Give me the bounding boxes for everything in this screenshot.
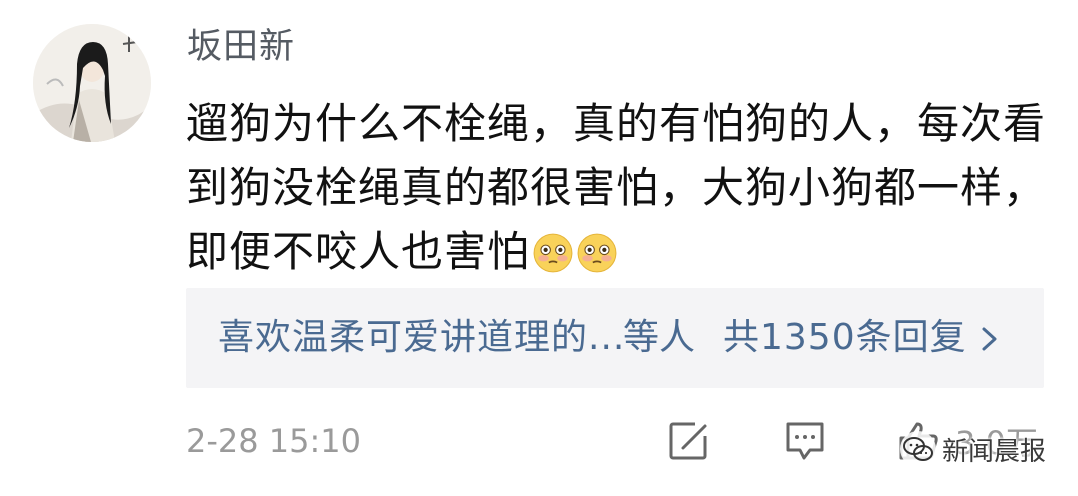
watermark-text: 新闻晨报 — [942, 436, 1047, 467]
reply-names-link[interactable]: 喜欢温柔可爱讲道理的... — [218, 312, 625, 364]
comment-icon[interactable] — [782, 418, 828, 464]
comment-text: 遛狗为什么不栓绳，真的有怕狗的人，每次看到狗没栓绳真的都很害怕，大狗小狗都一样，… — [186, 92, 1046, 284]
wechat-logo-icon — [900, 431, 936, 467]
username[interactable]: 坂田新 — [187, 22, 295, 72]
flushed-face-emoji-icon — [533, 233, 573, 273]
comment-timestamp: 2-28 15:10 — [186, 422, 362, 460]
reply-names-suffix: 等人 — [623, 317, 696, 358]
avatar[interactable] — [33, 24, 151, 142]
avatar-illustration — [33, 24, 151, 142]
replies-preview[interactable]: 喜欢温柔可爱讲道理的... 等人 共1350条回复 — [186, 288, 1044, 388]
forward-edit-icon[interactable] — [665, 418, 711, 464]
chevron-right-icon[interactable] — [978, 324, 1002, 354]
reply-count-link[interactable]: 共1350条回复 — [723, 312, 967, 364]
comment-card: 坂田新 遛狗为什么不栓绳，真的有怕狗的人，每次看到狗没栓绳真的都很害怕，大狗小狗… — [0, 0, 1078, 496]
flushed-face-emoji-icon — [577, 233, 617, 273]
watermark: 新闻晨报 — [898, 424, 1046, 474]
